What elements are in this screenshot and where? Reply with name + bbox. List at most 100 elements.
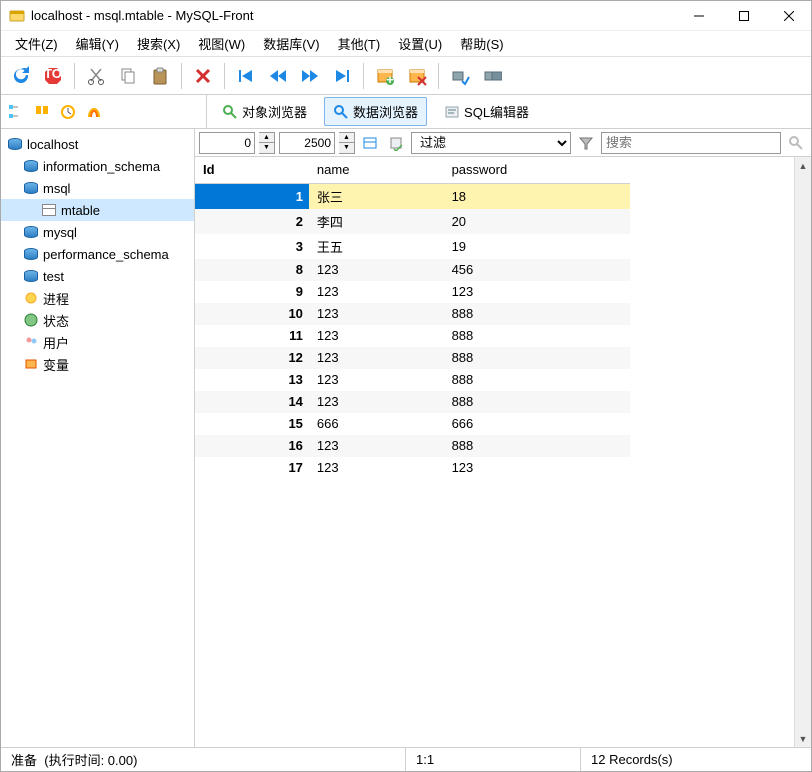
tab-sql-editor[interactable]: SQL编辑器: [435, 97, 538, 126]
tree-item--[interactable]: 用户: [1, 331, 194, 353]
delete-button[interactable]: [189, 62, 217, 90]
column-header-id[interactable]: Id: [195, 157, 309, 183]
cell-id[interactable]: 1: [195, 183, 309, 209]
cell-password[interactable]: 888: [444, 303, 630, 325]
menu-view[interactable]: 视图(W): [190, 31, 253, 56]
table-row[interactable]: 10123888: [195, 303, 630, 325]
maximize-button[interactable]: [721, 1, 766, 31]
cell-id[interactable]: 10: [195, 303, 309, 325]
table-row[interactable]: 8123456: [195, 259, 630, 281]
minimize-button[interactable]: [676, 1, 721, 31]
cell-password[interactable]: 666: [444, 413, 630, 435]
filter-funnel-button[interactable]: [575, 132, 597, 154]
table-row[interactable]: 13123888: [195, 369, 630, 391]
cell-id[interactable]: 12: [195, 347, 309, 369]
cell-name[interactable]: 123: [309, 457, 444, 479]
cell-id[interactable]: 15: [195, 413, 309, 435]
cell-password[interactable]: 888: [444, 325, 630, 347]
table-row[interactable]: 15666666: [195, 413, 630, 435]
cell-id[interactable]: 3: [195, 234, 309, 259]
cell-id[interactable]: 2: [195, 209, 309, 234]
table-row[interactable]: 16123888: [195, 435, 630, 457]
paste-button[interactable]: [146, 62, 174, 90]
tree-view-button[interactable]: [5, 101, 27, 123]
search-input[interactable]: [601, 132, 781, 154]
table-row[interactable]: 9123123: [195, 281, 630, 303]
search-button[interactable]: [785, 132, 807, 154]
cell-password[interactable]: 18: [444, 183, 630, 209]
cut-button[interactable]: [82, 62, 110, 90]
cell-id[interactable]: 8: [195, 259, 309, 281]
tree-root-localhost[interactable]: localhost: [1, 133, 194, 155]
menu-file[interactable]: 文件(Z): [7, 31, 66, 56]
column-header-password[interactable]: password: [444, 157, 630, 183]
stop-button[interactable]: STOP: [39, 62, 67, 90]
cell-name[interactable]: 王五: [309, 234, 444, 259]
delete-record-button[interactable]: [403, 62, 431, 90]
limit-input[interactable]: [279, 132, 335, 154]
scroll-up-arrow[interactable]: ▲: [795, 157, 811, 174]
tree-item-performance-schema[interactable]: performance_schema: [1, 243, 194, 265]
table-row[interactable]: 2李四20: [195, 209, 630, 234]
first-record-button[interactable]: [232, 62, 260, 90]
table-row[interactable]: 12123888: [195, 347, 630, 369]
table-row[interactable]: 1张三18: [195, 183, 630, 209]
cell-id[interactable]: 16: [195, 435, 309, 457]
cell-password[interactable]: 888: [444, 369, 630, 391]
column-header-name[interactable]: name: [309, 157, 444, 183]
scroll-down-arrow[interactable]: ▼: [795, 730, 811, 747]
filter-combo[interactable]: 过滤: [411, 132, 571, 154]
cell-password[interactable]: 888: [444, 347, 630, 369]
bookmarks-button[interactable]: [31, 101, 53, 123]
copy-button[interactable]: [114, 62, 142, 90]
cell-password[interactable]: 20: [444, 209, 630, 234]
export-button[interactable]: [385, 132, 407, 154]
cell-name[interactable]: 张三: [309, 183, 444, 209]
last-record-button[interactable]: [328, 62, 356, 90]
connection-tree[interactable]: localhost information_schemamsqlmtablemy…: [1, 129, 195, 747]
tree-item--[interactable]: 状态: [1, 309, 194, 331]
next-record-button[interactable]: [296, 62, 324, 90]
table-row[interactable]: 17123123: [195, 457, 630, 479]
cell-name[interactable]: 123: [309, 369, 444, 391]
offset-input[interactable]: [199, 132, 255, 154]
cell-password[interactable]: 888: [444, 435, 630, 457]
cancel-edit-button[interactable]: [478, 62, 506, 90]
menu-other[interactable]: 其他(T): [330, 31, 389, 56]
table-row[interactable]: 14123888: [195, 391, 630, 413]
cell-id[interactable]: 13: [195, 369, 309, 391]
cell-password[interactable]: 123: [444, 457, 630, 479]
refresh-button[interactable]: [7, 62, 35, 90]
data-grid[interactable]: Id name password 1张三182李四203王五1981234569…: [195, 157, 811, 747]
cell-name[interactable]: 123: [309, 435, 444, 457]
cell-name[interactable]: 666: [309, 413, 444, 435]
tree-item-test[interactable]: test: [1, 265, 194, 287]
tree-item-mysql[interactable]: mysql: [1, 221, 194, 243]
cell-password[interactable]: 123: [444, 281, 630, 303]
menu-settings[interactable]: 设置(U): [390, 31, 450, 56]
table-row[interactable]: 3王五19: [195, 234, 630, 259]
cell-name[interactable]: 123: [309, 391, 444, 413]
insert-record-button[interactable]: +: [371, 62, 399, 90]
cell-name[interactable]: 123: [309, 259, 444, 281]
tree-item-msql[interactable]: msql: [1, 177, 194, 199]
tree-item--[interactable]: 进程: [1, 287, 194, 309]
cell-name[interactable]: 123: [309, 281, 444, 303]
cell-name[interactable]: 123: [309, 347, 444, 369]
table-row[interactable]: 11123888: [195, 325, 630, 347]
apply-limit-button[interactable]: [359, 132, 381, 154]
cell-id[interactable]: 11: [195, 325, 309, 347]
close-button[interactable]: [766, 1, 811, 31]
history-button[interactable]: [57, 101, 79, 123]
tree-item-information-schema[interactable]: information_schema: [1, 155, 194, 177]
tab-object-browser[interactable]: 对象浏览器: [213, 97, 316, 126]
cell-password[interactable]: 19: [444, 234, 630, 259]
cell-id[interactable]: 17: [195, 457, 309, 479]
menu-database[interactable]: 数据库(V): [255, 31, 327, 56]
cell-password[interactable]: 888: [444, 391, 630, 413]
processes-button[interactable]: [83, 101, 105, 123]
cell-id[interactable]: 9: [195, 281, 309, 303]
tab-data-browser[interactable]: 数据浏览器: [324, 97, 427, 126]
previous-record-button[interactable]: [264, 62, 292, 90]
menu-help[interactable]: 帮助(S): [452, 31, 511, 56]
